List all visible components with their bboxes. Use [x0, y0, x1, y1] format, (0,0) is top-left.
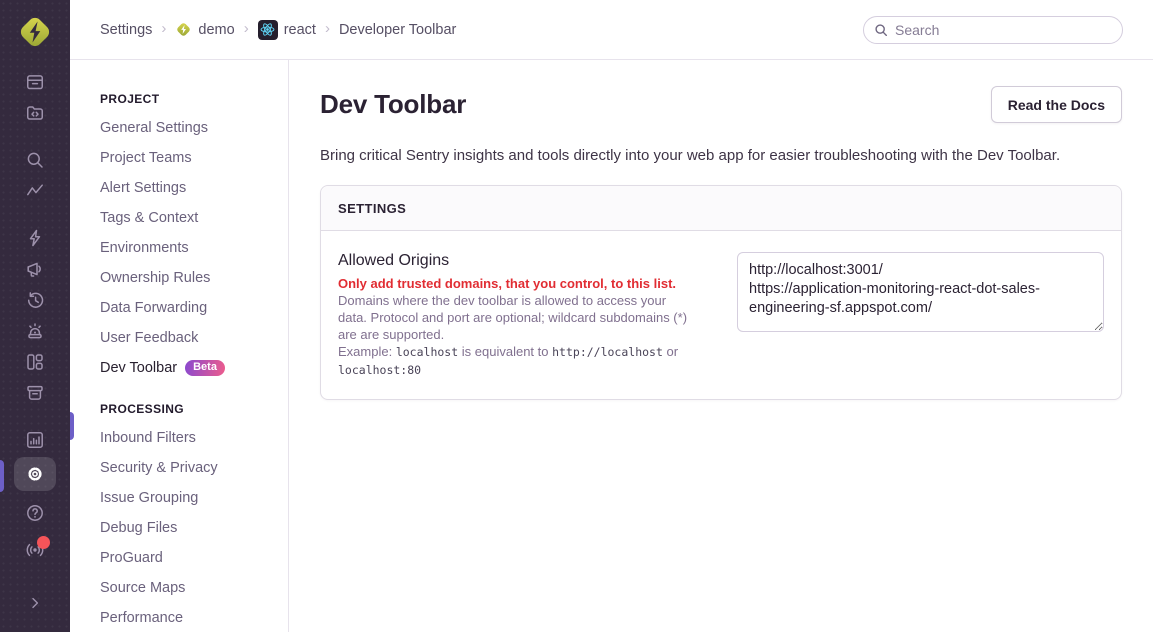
page-description: Bring critical Sentry insights and tools… [320, 147, 1122, 164]
nav-item-environments[interactable]: Environments [100, 233, 288, 263]
insights-pulse-icon[interactable] [0, 175, 70, 206]
whats-new-broadcast-icon[interactable] [0, 534, 70, 565]
nav-section-project: PROJECT General Settings Project Teams A… [100, 92, 288, 383]
page-title: Dev Toolbar [320, 89, 466, 120]
search-icon [874, 23, 888, 37]
main-content: Dev Toolbar Read the Docs Bring critical… [289, 60, 1153, 632]
nav-item-performance[interactable]: Performance [100, 603, 288, 632]
alerts-siren-icon[interactable] [0, 315, 70, 346]
breadcrumb-separator-icon: › [161, 21, 166, 36]
beta-badge: Beta [185, 360, 225, 376]
sentry-logo[interactable] [16, 13, 54, 56]
nav-section-title: PROJECT [100, 92, 288, 106]
nav-item-user-feedback[interactable]: User Feedback [100, 323, 288, 353]
replays-history-icon[interactable] [0, 284, 70, 315]
nav-item-tags-context[interactable]: Tags & Context [100, 203, 288, 233]
nav-item-source-maps[interactable]: Source Maps [100, 573, 288, 603]
active-item-indicator [70, 412, 74, 440]
breadcrumb-current-label: Developer Toolbar [339, 22, 456, 38]
breadcrumb-separator-icon: › [244, 21, 249, 36]
breadcrumb-separator-icon: › [325, 21, 330, 36]
nav-item-project-teams[interactable]: Project Teams [100, 143, 288, 173]
explore-search-icon[interactable] [0, 144, 70, 175]
allowed-origins-label: Allowed Origins [338, 252, 691, 270]
breadcrumb-settings[interactable]: Settings [100, 22, 152, 38]
settings-panel-header: SETTINGS [321, 186, 1121, 231]
settings-panel: SETTINGS Allowed Origins Only add truste… [320, 185, 1122, 400]
nav-item-general-settings[interactable]: General Settings [100, 113, 288, 143]
allowed-origins-warning: Only add trusted domains, that you contr… [338, 276, 676, 291]
nav-item-proguard[interactable]: ProGuard [100, 543, 288, 573]
settings-nav: PROJECT General Settings Project Teams A… [70, 60, 289, 632]
breadcrumb: Settings › [100, 20, 456, 40]
collapse-chevron-icon[interactable] [0, 587, 70, 618]
breadcrumb-project-react[interactable]: react [258, 20, 316, 40]
read-the-docs-button[interactable]: Read the Docs [991, 86, 1122, 123]
org-avatar-icon [175, 21, 192, 38]
issues-icon[interactable] [0, 66, 70, 97]
stats-chart-icon[interactable] [0, 424, 70, 455]
nav-item-debug-files[interactable]: Debug Files [100, 513, 288, 543]
code-localhost-80: localhost:80 [338, 363, 421, 377]
search-box [863, 16, 1123, 44]
breadcrumb-current-page: Developer Toolbar [339, 22, 456, 38]
allowed-origins-example: Example: localhost is equivalent to http… [338, 344, 678, 377]
nav-item-data-forwarding[interactable]: Data Forwarding [100, 293, 288, 323]
nav-section-title: PROCESSING [100, 402, 288, 416]
allowed-origins-field: Allowed Origins Only add trusted domains… [338, 252, 1104, 379]
react-project-avatar-icon [258, 20, 278, 40]
nav-section-processing: PROCESSING Inbound Filters Security & Pr… [100, 402, 288, 632]
nav-item-dev-toolbar[interactable]: Dev Toolbar Beta [100, 353, 288, 383]
breadcrumb-settings-label: Settings [100, 22, 152, 38]
nav-item-security-privacy[interactable]: Security & Privacy [100, 453, 288, 483]
breadcrumb-org-demo[interactable]: demo [175, 21, 234, 38]
breadcrumb-project-label: react [284, 22, 316, 38]
allowed-origins-help: Domains where the dev toolbar is allowed… [338, 293, 687, 342]
search-input[interactable] [895, 22, 1112, 38]
feedback-megaphone-icon[interactable] [0, 253, 70, 284]
allowed-origins-textarea[interactable]: http://localhost:3001/ https://applicati… [737, 252, 1104, 332]
dashboards-icon[interactable] [0, 346, 70, 377]
nav-item-alert-settings[interactable]: Alert Settings [100, 173, 288, 203]
archive-box-icon[interactable] [0, 377, 70, 408]
help-icon[interactable] [0, 497, 70, 528]
code-http-localhost: http://localhost [552, 345, 663, 359]
nav-item-ownership-rules[interactable]: Ownership Rules [100, 263, 288, 293]
nav-item-inbound-filters[interactable]: Inbound Filters [100, 423, 288, 453]
app-root: Settings › [0, 0, 1153, 632]
releases-bolt-icon[interactable] [0, 222, 70, 253]
top-header: Settings › [70, 0, 1153, 60]
nav-item-issue-grouping[interactable]: Issue Grouping [100, 483, 288, 513]
settings-gear-icon[interactable] [0, 455, 70, 493]
notification-dot [37, 536, 50, 549]
projects-icon[interactable] [0, 97, 70, 128]
breadcrumb-org-label: demo [198, 22, 234, 38]
code-localhost: localhost [396, 345, 458, 359]
primary-sidebar [0, 0, 70, 632]
